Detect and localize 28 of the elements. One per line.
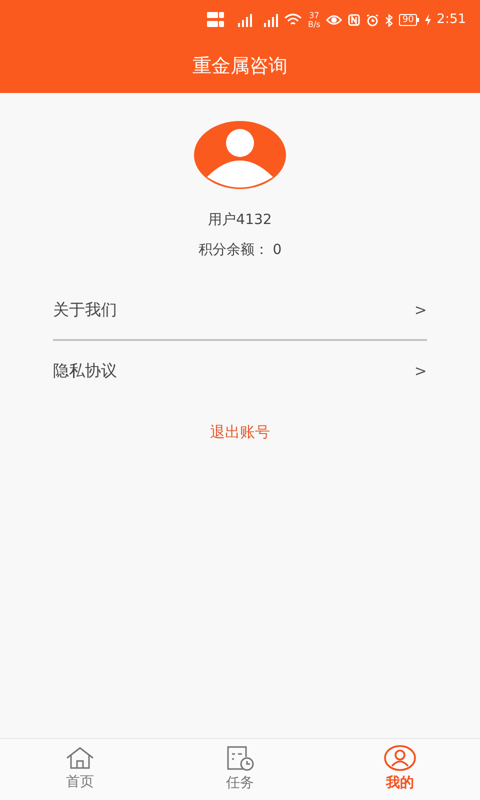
page-title: 重金属咨询 [192,54,288,80]
menu-label: 隐私协议 [53,360,117,382]
nfc-icon [348,14,360,26]
network-speed: 37 [309,11,320,20]
user-icon [384,745,416,771]
wifi-icon [284,13,302,27]
nav-tab[interactable]: 我的 [320,739,480,800]
battery-icon: 90 [399,14,419,26]
menu-row[interactable]: 隐私协议 > [53,341,427,401]
clock-time: 2:51 [436,11,466,30]
home-icon [65,746,95,770]
points-balance: 积分余额： 0 [198,241,282,260]
avatar-icon [193,120,287,190]
nav-tab[interactable]: 首页 [0,739,160,800]
speed-unit: B/s [308,20,320,29]
charging-icon [424,14,431,26]
nav-tab[interactable]: 任务 [160,739,320,800]
logout-button[interactable]: 退出账号 [210,421,270,444]
alarm-icon [366,14,380,26]
menu-label: 关于我们 [53,299,117,321]
username: 用户4132 [208,211,272,230]
task-clock-icon [225,745,255,771]
menu-row[interactable]: 关于我们 > [53,281,427,341]
chevron-text: > [414,300,427,321]
bluetooth-icon [385,14,394,26]
eye-icon [326,14,342,26]
chevron-text: > [414,360,427,382]
sim-card-icon [206,10,226,30]
